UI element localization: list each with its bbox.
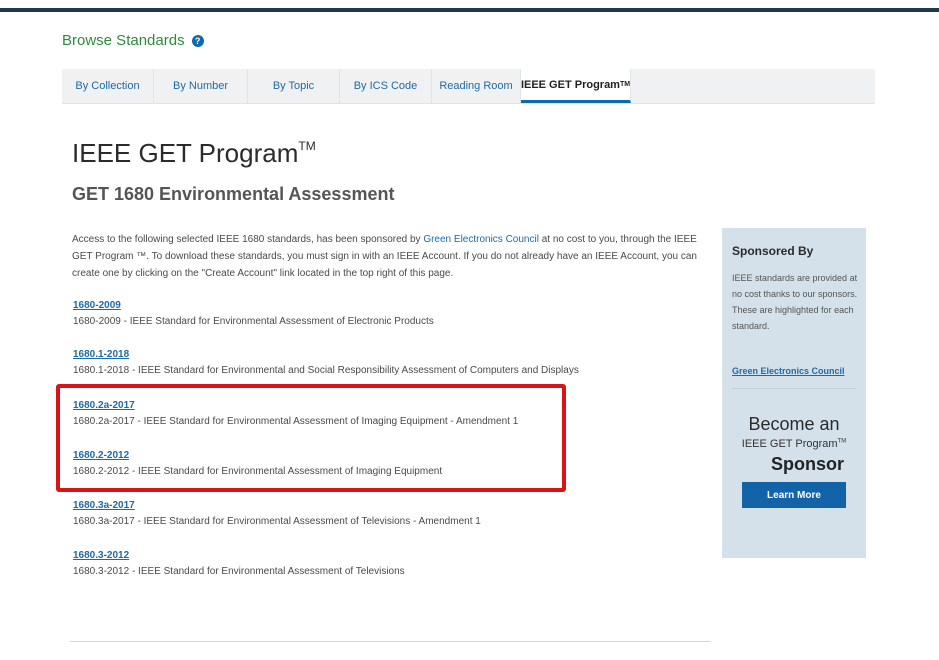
top-rule xyxy=(0,8,939,12)
standard-link-1680-2009[interactable]: 1680-2009 xyxy=(73,300,713,311)
promo-become: Become an xyxy=(748,414,840,434)
trademark-mark: TM xyxy=(619,81,631,88)
promo-sponsor: Sponsor xyxy=(770,454,844,474)
page-subtitle: GET 1680 Environmental Assessment xyxy=(72,184,395,204)
standard-item: 1680-2009 1680-2009 - IEEE Standard for … xyxy=(73,300,713,327)
trademark-mark: TM xyxy=(837,438,847,445)
browse-header: Browse Standards ? xyxy=(62,32,204,49)
tab-label: By ICS Code xyxy=(353,80,418,92)
intro-text: Access to the following selected IEEE 16… xyxy=(72,234,424,245)
tab-ieee-get-program[interactable]: IEEE GET Program TM xyxy=(521,69,631,103)
intro-paragraph: Access to the following selected IEEE 16… xyxy=(72,231,712,282)
browse-title: Browse Standards xyxy=(62,32,185,49)
standard-link-1680-3a-2017[interactable]: 1680.3a-2017 xyxy=(73,500,713,511)
promo-program-text: IEEE GET Program xyxy=(741,438,838,450)
promo-program: IEEE GET ProgramTM xyxy=(722,438,866,450)
tab-label: By Topic xyxy=(272,80,315,92)
standard-link-1680-3-2012[interactable]: 1680.3-2012 xyxy=(73,550,713,561)
page-title: IEEE GET ProgramTM xyxy=(72,138,316,169)
red-highlight-box xyxy=(56,384,566,492)
standard-description: 1680-2009 - IEEE Standard for Environmen… xyxy=(73,316,434,327)
bottom-divider xyxy=(70,641,710,642)
page-title-text: IEEE GET Program xyxy=(72,138,299,168)
sidebar-sponsor-link[interactable]: Green Electronics Council xyxy=(732,366,845,376)
help-icon[interactable]: ? xyxy=(191,34,204,47)
standard-item: 1680.1-2018 1680.1-2018 - IEEE Standard … xyxy=(73,349,713,376)
tab-label: Reading Room xyxy=(439,80,513,92)
tab-by-collection[interactable]: By Collection xyxy=(62,69,154,103)
standard-description: 1680.1-2018 - IEEE Standard for Environm… xyxy=(73,365,579,376)
sidebar-title: Sponsored By xyxy=(732,244,814,258)
tab-label: IEEE GET Program xyxy=(520,78,620,91)
green-electronics-council-link[interactable]: Green Electronics Council xyxy=(423,234,539,245)
sidebar-text: IEEE standards are provided at no cost t… xyxy=(732,273,858,331)
tab-label: By Number xyxy=(172,80,229,92)
standard-item: 1680.3-2012 1680.3-2012 - IEEE Standard … xyxy=(73,550,713,577)
sidebar-divider xyxy=(732,388,856,389)
tab-bar: By Collection By Number By Topic By ICS … xyxy=(62,69,875,104)
tab-label: By Collection xyxy=(75,80,140,92)
tab-reading-room[interactable]: Reading Room xyxy=(432,69,521,103)
tab-by-number[interactable]: By Number xyxy=(154,69,248,103)
sponsor-sidebar: Sponsored By IEEE standards are provided… xyxy=(722,228,866,558)
tab-by-ics-code[interactable]: By ICS Code xyxy=(340,69,432,103)
standard-description: 1680.3-2012 - IEEE Standard for Environm… xyxy=(73,566,405,577)
standard-link-1680-1-2018[interactable]: 1680.1-2018 xyxy=(73,349,713,360)
trademark-mark: TM xyxy=(298,139,316,154)
standard-description: 1680.3a-2017 - IEEE Standard for Environ… xyxy=(73,516,481,527)
tab-by-topic[interactable]: By Topic xyxy=(248,69,340,103)
standard-item: 1680.3a-2017 1680.3a-2017 - IEEE Standar… xyxy=(73,500,713,527)
learn-more-button[interactable]: Learn More xyxy=(742,482,846,508)
